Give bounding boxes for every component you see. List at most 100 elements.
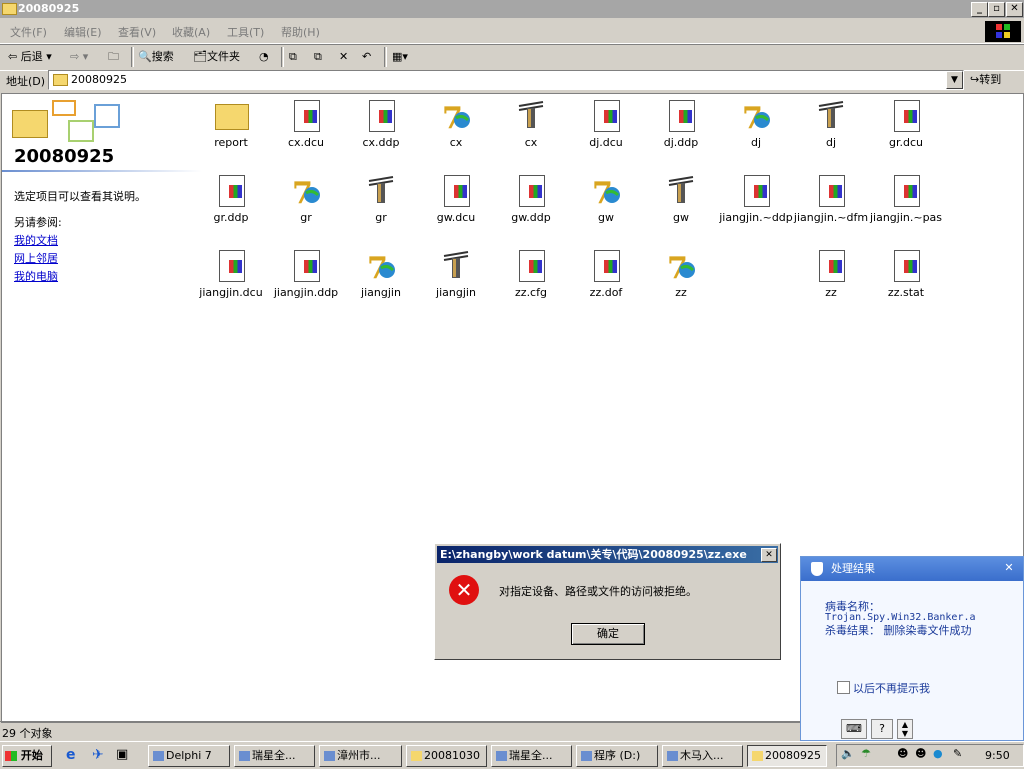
network-icon[interactable]: ● bbox=[933, 747, 943, 760]
file-item[interactable]: report bbox=[193, 96, 269, 166]
file-item[interactable]: gw bbox=[643, 171, 719, 241]
menu-edit[interactable]: 编辑(E) bbox=[64, 24, 102, 40]
start-button[interactable]: 开始 bbox=[2, 745, 52, 767]
file-name: dj bbox=[750, 136, 762, 149]
file-item[interactable]: jiangjin.ddp bbox=[268, 246, 344, 316]
outlook-icon[interactable]: ✈ bbox=[92, 747, 104, 763]
ie-icon[interactable]: e bbox=[66, 747, 76, 763]
taskbar-button[interactable]: 程序 (D:) bbox=[576, 745, 658, 767]
menu-tools[interactable]: 工具(T) bbox=[227, 24, 264, 40]
dialog-message: 对指定设备、路径或文件的访问被拒绝。 bbox=[499, 585, 697, 598]
address-dropdown-button[interactable]: ▼ bbox=[946, 71, 963, 89]
search-button[interactable]: 🔍搜索 bbox=[138, 49, 174, 65]
keyboard-icon[interactable]: ⌨ bbox=[841, 719, 867, 739]
file-item[interactable]: cx bbox=[493, 96, 569, 166]
menu-view[interactable]: 查看(V) bbox=[118, 24, 156, 40]
taskbar-button[interactable]: Delphi 7 bbox=[148, 745, 230, 767]
sidebar-see-also: 另请参阅: bbox=[14, 216, 62, 229]
help-icon[interactable]: ? bbox=[871, 719, 893, 739]
file-item[interactable]: zz.dof bbox=[568, 246, 644, 316]
address-input[interactable]: 20080925 ▼ bbox=[48, 70, 964, 90]
antivirus-tray-icon[interactable]: ☂ bbox=[861, 747, 871, 760]
taskbar-button[interactable]: 漳州市... bbox=[319, 745, 402, 767]
link-network-places[interactable]: 网上邻居 bbox=[14, 250, 58, 266]
desktop-icon[interactable]: ▣ bbox=[116, 747, 128, 762]
qq-icon[interactable]: ☻ bbox=[897, 747, 908, 760]
link-my-documents[interactable]: 我的文档 bbox=[14, 232, 58, 248]
go-button[interactable]: ↪转到 bbox=[970, 71, 1001, 89]
menu-file[interactable]: 文件(F) bbox=[10, 24, 47, 40]
copy-to-button[interactable]: ⧉ bbox=[314, 49, 322, 65]
sidebar-description: 选定项目可以查看其说明。 bbox=[14, 190, 146, 203]
ime-icon[interactable]: ✎ bbox=[953, 747, 962, 760]
file-item[interactable]: gw.dcu bbox=[418, 171, 494, 241]
folders-button[interactable]: 🗂文件夹 bbox=[193, 49, 240, 65]
file-item[interactable]: 7 gr bbox=[268, 171, 344, 241]
file-item[interactable]: 7 cx bbox=[418, 96, 494, 166]
file-item[interactable]: zz.stat bbox=[868, 246, 944, 316]
delphi-project-icon: 7 bbox=[440, 100, 472, 136]
error-icon: ✕ bbox=[449, 575, 479, 605]
file-name: jiangjin.~pas bbox=[869, 211, 943, 224]
file-item[interactable]: jiangjin.dcu bbox=[193, 246, 269, 316]
taskbar-button[interactable]: 木马入... bbox=[662, 745, 743, 767]
file-item[interactable]: 7 jiangjin bbox=[343, 246, 419, 316]
file-item[interactable]: 7 dj bbox=[718, 96, 794, 166]
qq-group-icon[interactable]: ☻ bbox=[915, 747, 926, 760]
link-my-computer[interactable]: 我的电脑 bbox=[14, 268, 58, 284]
move-to-icon: ⧉ bbox=[289, 50, 297, 63]
unit-icon bbox=[515, 100, 547, 132]
taskbar-button[interactable]: 20080925 bbox=[747, 745, 827, 767]
menu-help[interactable]: 帮助(H) bbox=[281, 24, 320, 40]
history-button[interactable]: ◔ bbox=[259, 49, 269, 65]
back-button[interactable]: ⇦ 后退 ▾ bbox=[8, 49, 52, 65]
file-item[interactable]: gr.dcu bbox=[868, 96, 944, 166]
file-item[interactable]: cx.dcu bbox=[268, 96, 344, 166]
delete-button[interactable]: ✕ bbox=[339, 49, 348, 65]
file-item[interactable]: zz bbox=[793, 246, 869, 316]
file-item[interactable]: zz.cfg bbox=[493, 246, 569, 316]
popup-close-button[interactable]: ✕ bbox=[1001, 560, 1017, 576]
file-item[interactable]: gw.ddp bbox=[493, 171, 569, 241]
windows-logo-icon bbox=[985, 21, 1021, 42]
move-to-button[interactable]: ⧉ bbox=[289, 49, 297, 65]
file-item[interactable]: 7 zz bbox=[643, 246, 719, 316]
minimize-button[interactable]: _ bbox=[971, 2, 988, 17]
file-item[interactable]: dj bbox=[793, 96, 869, 166]
file-name: zz bbox=[825, 286, 837, 299]
file-item[interactable]: jiangjin.~pas bbox=[868, 171, 944, 241]
file-item[interactable]: dj.ddp bbox=[643, 96, 719, 166]
dont-show-checkbox[interactable] bbox=[837, 681, 850, 694]
file-item[interactable]: gr.ddp bbox=[193, 171, 269, 241]
file-name: zz.dof bbox=[589, 286, 623, 299]
document-icon bbox=[294, 100, 320, 132]
file-item[interactable]: gr bbox=[343, 171, 419, 241]
document-icon bbox=[594, 250, 620, 282]
taskbar-button[interactable]: 20081030 bbox=[406, 745, 487, 767]
taskbar: 开始 e ✈ ▣ Delphi 7 瑞星全... 漳州市... 20081030 瑞星全… bbox=[0, 741, 1024, 769]
file-item[interactable]: cx.ddp bbox=[343, 96, 419, 166]
file-item[interactable]: jiangjin.~dfm bbox=[793, 171, 869, 241]
volume-icon[interactable]: 🔈 bbox=[841, 747, 855, 760]
file-item[interactable]: jiangjin.~ddp bbox=[718, 171, 794, 241]
forward-button[interactable]: ⇨ ▾ bbox=[70, 49, 88, 65]
file-item[interactable]: jiangjin bbox=[418, 246, 494, 316]
close-button[interactable]: ✕ bbox=[1006, 2, 1023, 17]
folders-label: 文件夹 bbox=[206, 50, 240, 63]
title-bar: 20080925 _ ▫ ✕ bbox=[0, 0, 1024, 18]
back-arrow-icon: ⇦ bbox=[8, 50, 18, 63]
file-item[interactable]: 7 gw bbox=[568, 171, 644, 241]
up-folder-button[interactable]: 🗀 bbox=[108, 49, 119, 65]
restore-button[interactable]: ▫ bbox=[988, 2, 1005, 17]
menu-favorites[interactable]: 收藏(A) bbox=[172, 24, 210, 40]
undo-button[interactable]: ↶ bbox=[362, 49, 371, 65]
ok-button[interactable]: 确定 bbox=[571, 623, 645, 645]
spinner-icon[interactable]: ▲ ▼ bbox=[897, 719, 913, 739]
views-button[interactable]: ▦▾ bbox=[392, 49, 408, 65]
file-item[interactable]: dj.dcu bbox=[568, 96, 644, 166]
taskbar-button[interactable]: 瑞星全... bbox=[234, 745, 315, 767]
dialog-close-button[interactable]: ✕ bbox=[761, 548, 777, 562]
unit-icon bbox=[365, 175, 397, 207]
taskbar-button[interactable]: 瑞星全... bbox=[491, 745, 572, 767]
document-icon bbox=[369, 100, 395, 132]
